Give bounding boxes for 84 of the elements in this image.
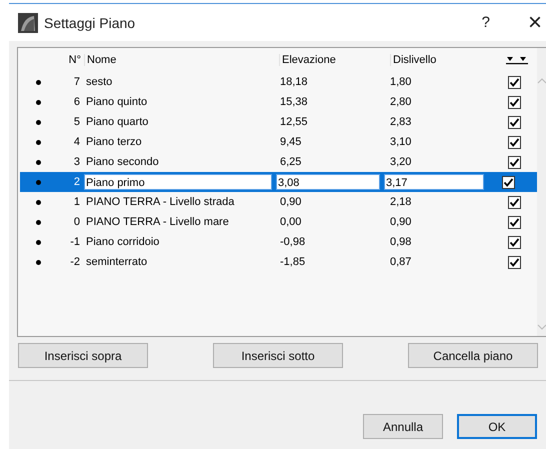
app-icon <box>18 12 38 32</box>
checkbox[interactable] <box>508 196 520 208</box>
story-name: Piano corridoio <box>86 236 160 248</box>
table-row[interactable]: 2 Piano primo 3,08 3,17 <box>20 172 537 192</box>
story-number: 6 <box>72 96 81 108</box>
table-row[interactable]: 3 Piano secondo 6,25 3,20 <box>20 152 537 172</box>
height-value: 2,80 <box>390 96 412 108</box>
name-field[interactable]: Piano primo <box>84 174 272 190</box>
table-row[interactable]: 0 PIANO TERRA - Livello mare 0,00 0,90 <box>20 212 537 232</box>
checkbox[interactable] <box>508 216 520 228</box>
height-value: 1,80 <box>390 76 412 88</box>
bullet-icon <box>36 180 40 184</box>
column-header[interactable]: Dislivello <box>390 54 497 66</box>
elevation-value: 12,55 <box>280 116 308 128</box>
story-number: 0 <box>72 216 81 228</box>
story-name: sesto <box>86 76 112 88</box>
story-number: 1 <box>72 196 81 208</box>
table-row[interactable]: -1 Piano corridoio -0,98 0,98 <box>20 232 537 252</box>
elevation-value: 0,00 <box>280 216 302 228</box>
story-number: -1 <box>69 236 81 248</box>
checkbox[interactable] <box>508 256 520 268</box>
bullet-icon <box>36 240 40 244</box>
bullet-icon <box>36 140 40 144</box>
story-number: 2 <box>72 176 81 188</box>
bullet-icon <box>36 120 40 124</box>
height-value: 3,10 <box>390 136 412 148</box>
column-header[interactable]: Nome <box>84 54 279 66</box>
table-row[interactable]: 1 PIANO TERRA - Livello strada 0,90 2,18 <box>20 192 537 212</box>
action-button[interactable]: Cancella piano <box>408 343 538 368</box>
checkbox[interactable] <box>508 136 520 148</box>
elevation-value: -1,85 <box>280 256 306 268</box>
bullet-icon <box>36 80 40 84</box>
table-row[interactable]: 7 sesto 18,18 1,80 <box>20 72 537 92</box>
story-name: Piano quarto <box>86 116 148 128</box>
close-button[interactable]: × <box>528 10 542 34</box>
height-value: 3,20 <box>390 156 412 168</box>
checkbox[interactable] <box>508 96 520 108</box>
cancel-button[interactable]: Annulla <box>363 414 443 439</box>
story-name: PIANO TERRA - Livello mare <box>86 216 229 228</box>
bullet-icon <box>36 160 40 164</box>
toggle-all-icon[interactable] <box>505 55 529 65</box>
column-header[interactable]: Elevazione <box>279 54 390 66</box>
elevation-value: 0,90 <box>280 196 302 208</box>
elevation-field[interactable]: 3,08 <box>276 174 380 190</box>
story-name: Piano secondo <box>86 156 159 168</box>
height-value: 0,87 <box>390 256 412 268</box>
table-row[interactable]: 5 Piano quarto 12,55 2,83 <box>20 112 537 132</box>
elevation-value: 15,38 <box>280 96 308 108</box>
height-value: 2,18 <box>390 196 412 208</box>
table-row[interactable]: 6 Piano quinto 15,38 2,80 <box>20 92 537 112</box>
checkbox[interactable] <box>508 156 520 168</box>
checkbox[interactable] <box>508 76 520 88</box>
bullet-icon <box>36 220 40 224</box>
bullet-icon <box>36 100 40 104</box>
story-number: 3 <box>72 156 81 168</box>
column-header[interactable]: N° <box>56 54 84 66</box>
checkbox[interactable] <box>508 236 520 248</box>
action-button[interactable]: Inserisci sotto <box>213 343 343 368</box>
checkbox[interactable] <box>508 116 520 128</box>
story-number: -2 <box>69 256 81 268</box>
height-value: 0,90 <box>390 216 412 228</box>
story-name: Piano terzo <box>86 136 142 148</box>
elevation-value: -0,98 <box>280 236 306 248</box>
story-name: PIANO TERRA - Livello strada <box>86 196 234 208</box>
window-title: Settaggi Piano <box>44 14 136 30</box>
bullet-icon <box>36 200 40 204</box>
action-button[interactable]: Inserisci sopra <box>18 343 148 368</box>
checkbox[interactable] <box>502 176 514 188</box>
story-number: 7 <box>72 76 81 88</box>
story-name: seminterrato <box>86 256 148 268</box>
table-row[interactable]: 4 Piano terzo 9,45 3,10 <box>20 132 537 152</box>
bullet-icon <box>36 260 40 264</box>
help-button[interactable]: ? <box>482 14 490 31</box>
height-value: 2,83 <box>390 116 412 128</box>
elevation-value: 9,45 <box>280 136 302 148</box>
height-field[interactable]: 3,17 <box>384 174 484 190</box>
story-name: Piano quinto <box>86 96 148 108</box>
story-number: 4 <box>72 136 81 148</box>
table-row[interactable]: -2 seminterrato -1,85 0,87 <box>20 252 537 272</box>
story-number: 5 <box>72 116 81 128</box>
elevation-value: 6,25 <box>280 156 302 168</box>
elevation-value: 18,18 <box>280 76 308 88</box>
height-value: 0,98 <box>390 236 412 248</box>
ok-button[interactable]: OK <box>457 414 537 439</box>
